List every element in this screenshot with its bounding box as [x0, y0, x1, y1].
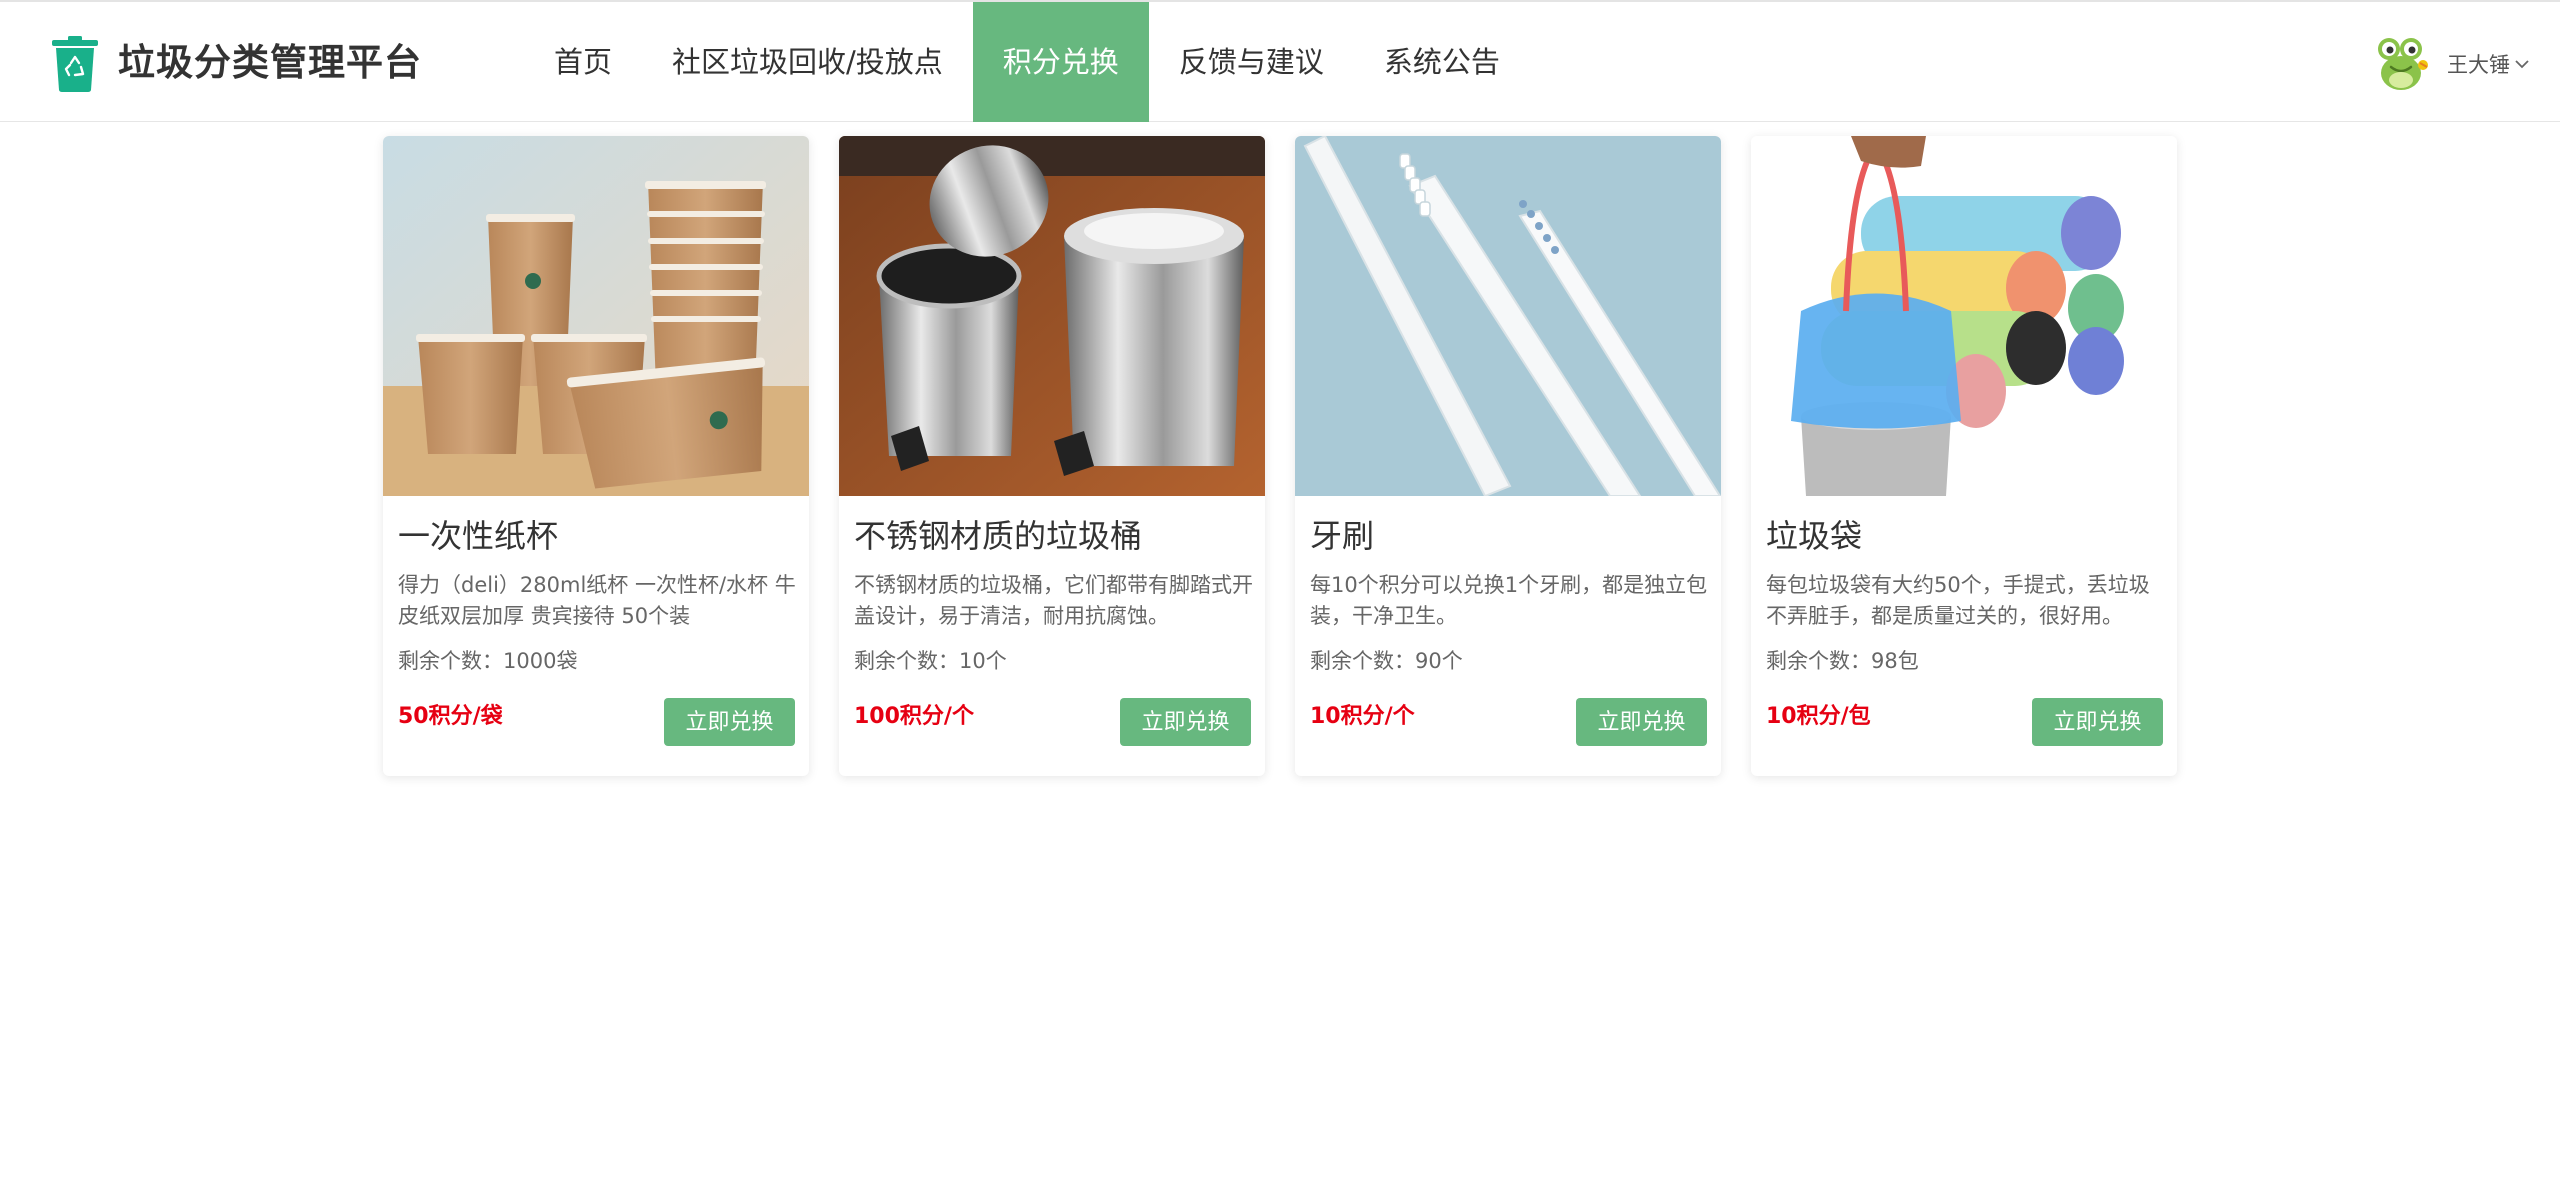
product-card: 牙刷 每10个积分可以兑换1个牙刷，都是独立包装，干净卫生。 剩余个数：90个 … [1295, 136, 1721, 776]
product-price: 100积分/个 [854, 704, 974, 729]
product-description: 每包垃圾袋有大约50个，手提式，丢垃圾不弄脏手，都是质量过关的，很好用。 [1766, 573, 2150, 628]
product-stock: 剩余个数：90个 [1310, 649, 1463, 673]
top-header: 垃圾分类管理平台 首页 社区垃圾回收/投放点 积分兑换 反馈与建议 系统公告 王… [0, 0, 2560, 122]
product-stock: 剩余个数：98包 [1766, 649, 1919, 673]
nav-item-points-exchange[interactable]: 积分兑换 [972, 2, 1149, 122]
paper-cups-image [383, 136, 809, 496]
product-price: 10积分/包 [1766, 704, 1871, 729]
nav-item-home[interactable]: 首页 [524, 2, 642, 122]
nav-item-announcements[interactable]: 系统公告 [1354, 2, 1530, 122]
product-card: 垃圾袋 每包垃圾袋有大约50个，手提式，丢垃圾不弄脏手，都是质量过关的，很好用。… [1751, 136, 2177, 776]
product-card: 不锈钢材质的垃圾桶 不锈钢材质的垃圾桶，它们都带有脚踏式开盖设计，易于清洁，耐用… [839, 136, 1265, 776]
product-title: 不锈钢材质的垃圾桶 [854, 517, 1143, 555]
garbage-bags-image [1751, 136, 2177, 496]
redeem-button[interactable]: 立即兑换 [1576, 698, 1707, 746]
product-title: 牙刷 [1310, 517, 1375, 555]
redeem-button[interactable]: 立即兑换 [1120, 698, 1251, 746]
product-description: 每10个积分可以兑换1个牙刷，都是独立包装，干净卫生。 [1310, 573, 1708, 628]
product-price: 50积分/袋 [398, 704, 503, 729]
trash-bin-recycle-icon [52, 36, 98, 92]
product-title: 垃圾袋 [1766, 517, 1863, 555]
nav-item-feedback[interactable]: 反馈与建议 [1149, 2, 1354, 122]
nav-item-recycle-points[interactable]: 社区垃圾回收/投放点 [642, 2, 973, 122]
product-price: 10积分/个 [1310, 704, 1415, 729]
site-brand-title: 垃圾分类管理平台 [118, 41, 422, 84]
toothbrush-image [1295, 136, 1721, 496]
redeem-button[interactable]: 立即兑换 [2032, 698, 2163, 746]
product-description: 得力（deli）280ml纸杯 一次性杯/水杯 牛皮纸双层加厚 贵宾接待 50个… [398, 573, 796, 628]
product-grid: 一次性纸杯 得力（deli）280ml纸杯 一次性杯/水杯 牛皮纸双层加厚 贵宾… [383, 136, 2177, 776]
steel-trash-can-image [839, 136, 1265, 496]
user-name: 王大锤 [2447, 53, 2510, 77]
product-description: 不锈钢材质的垃圾桶，它们都带有脚踏式开盖设计，易于清洁，耐用抗腐蚀。 [854, 573, 1253, 628]
frog-avatar-icon [2378, 38, 2428, 90]
product-stock: 剩余个数：10个 [854, 649, 1007, 673]
main-nav: 首页 社区垃圾回收/投放点 积分兑换 反馈与建议 系统公告 [524, 2, 1530, 122]
product-card: 一次性纸杯 得力（deli）280ml纸杯 一次性杯/水杯 牛皮纸双层加厚 贵宾… [383, 136, 809, 776]
product-stock: 剩余个数：1000袋 [398, 649, 578, 673]
chevron-down-icon [2515, 60, 2529, 69]
user-menu[interactable]: 王大锤 [2371, 32, 2530, 96]
redeem-button[interactable]: 立即兑换 [664, 698, 795, 746]
product-title: 一次性纸杯 [398, 517, 559, 555]
